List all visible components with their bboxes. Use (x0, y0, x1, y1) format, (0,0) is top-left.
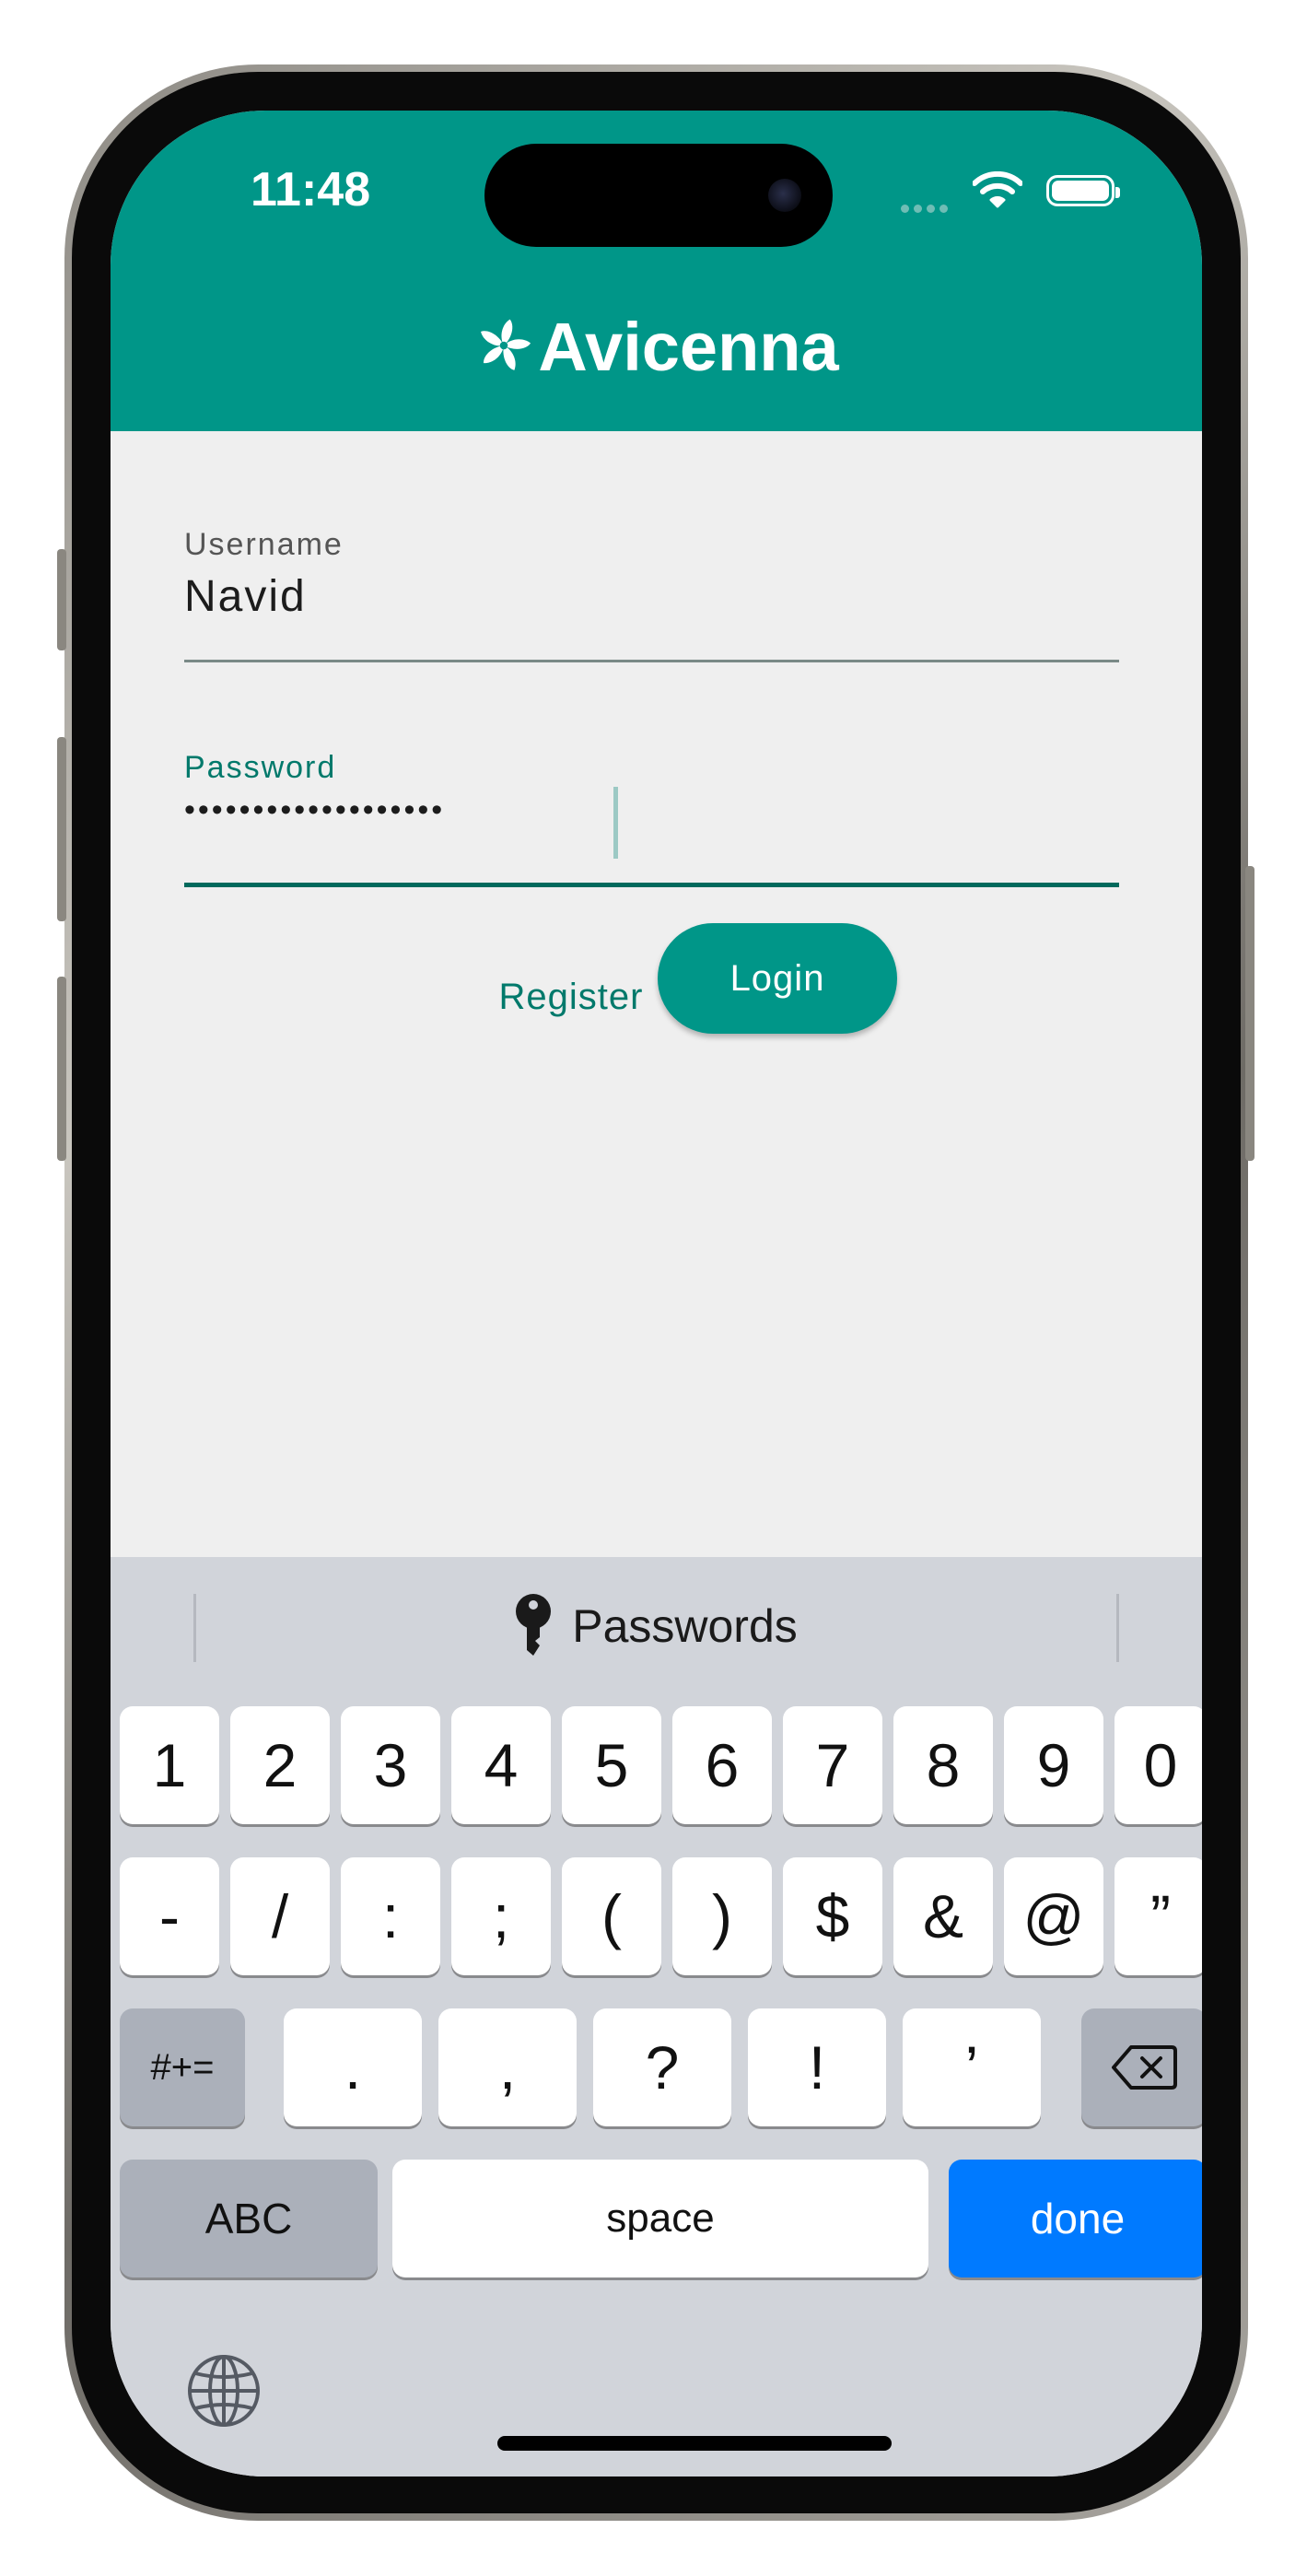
key-4[interactable]: 4 (451, 1706, 551, 1824)
key-open-paren[interactable]: ( (562, 1857, 661, 1975)
key-icon (516, 1594, 552, 1656)
login-button[interactable]: Login (658, 923, 897, 1034)
key-exclamation[interactable]: ! (748, 2008, 886, 2126)
key-period[interactable]: . (284, 2008, 422, 2126)
key-comma[interactable]: , (438, 2008, 577, 2126)
volume-down-button (57, 977, 66, 1161)
screen: 11:48 Avicenna Username Navid Password •… (111, 111, 1202, 2476)
key-question[interactable]: ? (593, 2008, 731, 2126)
volume-up-button (57, 737, 66, 921)
dynamic-island (484, 144, 833, 247)
wifi-icon (973, 171, 1022, 208)
app-title: Avicenna (111, 313, 1202, 381)
key-done[interactable]: done (949, 2160, 1202, 2277)
key-0[interactable]: 0 (1114, 1706, 1202, 1824)
password-label: Password (184, 750, 337, 785)
globe-icon[interactable] (186, 2353, 262, 2429)
password-underline (184, 883, 1119, 887)
username-input[interactable]: Navid (184, 571, 307, 622)
key-6[interactable]: 6 (672, 1706, 772, 1824)
text-cursor (613, 787, 618, 859)
key-close-paren[interactable]: ) (672, 1857, 772, 1975)
cellular-signal-icon (901, 201, 952, 217)
app-title-text: Avicenna (538, 309, 839, 385)
power-button (1245, 866, 1254, 1161)
battery-icon (1046, 175, 1120, 206)
key-apostrophe[interactable]: ’ (903, 2008, 1041, 2126)
pinwheel-flower-icon (481, 319, 531, 370)
password-input[interactable]: ••••••••••••••••••• (184, 792, 445, 828)
key-dollar[interactable]: $ (783, 1857, 882, 1975)
key-7[interactable]: 7 (783, 1706, 882, 1824)
app-bar: 11:48 Avicenna (111, 111, 1202, 431)
key-ampersand[interactable]: & (893, 1857, 993, 1975)
key-semicolon[interactable]: ; (451, 1857, 551, 1975)
key-at[interactable]: @ (1004, 1857, 1103, 1975)
register-button[interactable]: Register (461, 953, 682, 1041)
key-8[interactable]: 8 (893, 1706, 993, 1824)
username-label: Username (184, 527, 344, 562)
key-space[interactable]: space (392, 2160, 928, 2277)
key-more-symbols[interactable]: #+= (120, 2008, 245, 2126)
key-3[interactable]: 3 (341, 1706, 440, 1824)
delete-button[interactable] (1081, 2008, 1202, 2126)
passwords-suggestion[interactable]: Passwords (111, 1557, 1202, 1695)
key-colon[interactable]: : (341, 1857, 440, 1975)
key-9[interactable]: 9 (1004, 1706, 1103, 1824)
key-hyphen[interactable]: - (120, 1857, 219, 1975)
key-abc[interactable]: ABC (120, 2160, 378, 2277)
username-underline (184, 660, 1119, 662)
key-2[interactable]: 2 (230, 1706, 330, 1824)
key-quote[interactable]: ” (1114, 1857, 1202, 1975)
backspace-icon (1112, 2045, 1177, 2090)
passwords-label: Passwords (572, 1600, 798, 1652)
home-indicator (497, 2436, 892, 2451)
front-camera-icon (768, 179, 801, 212)
keyboard: Passwords 1 2 3 4 5 6 7 8 9 0 - / : ; ( … (111, 1557, 1202, 2476)
status-time: 11:48 (251, 163, 371, 217)
action-button (57, 549, 66, 650)
key-5[interactable]: 5 (562, 1706, 661, 1824)
key-slash[interactable]: / (230, 1857, 330, 1975)
quicktype-bar: Passwords (111, 1557, 1202, 1695)
key-1[interactable]: 1 (120, 1706, 219, 1824)
